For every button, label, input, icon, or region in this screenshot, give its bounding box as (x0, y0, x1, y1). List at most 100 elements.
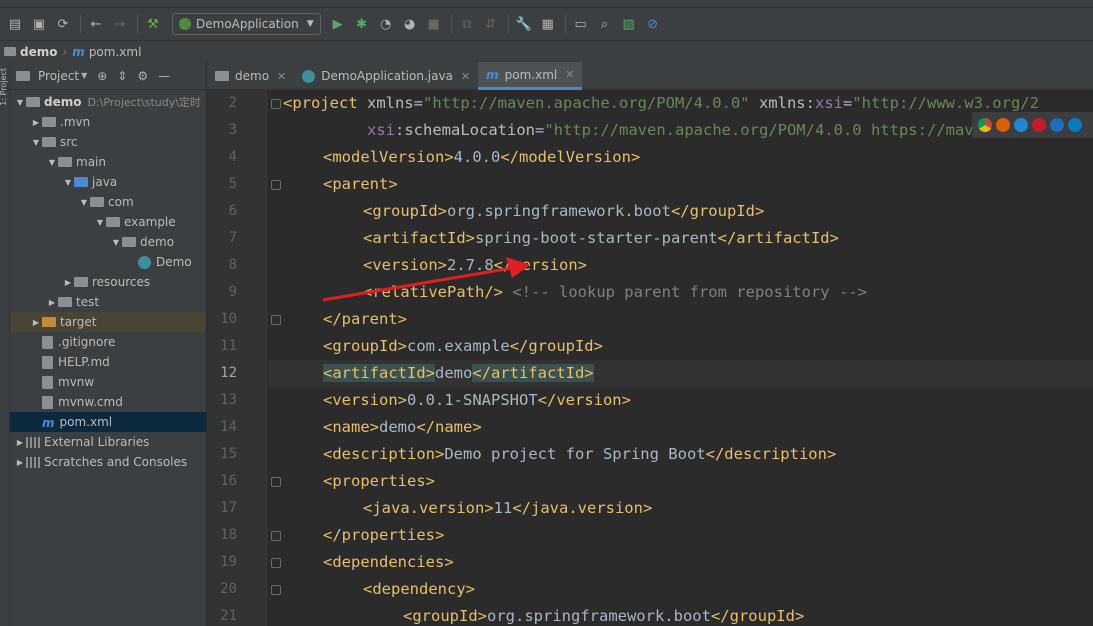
chevron-right-icon[interactable]: ▶ (14, 438, 26, 447)
tree-row[interactable]: .gitignore (10, 332, 206, 352)
run-config-select[interactable]: DemoApplication ▼ (172, 13, 321, 35)
tree-row[interactable]: ▶ Scratches and Consoles (10, 452, 206, 472)
tree-row[interactable]: ▼ demo (10, 232, 206, 252)
search-icon[interactable]: ⌕ (594, 13, 616, 35)
code-token: <groupId> (403, 607, 487, 625)
fold-icon[interactable] (271, 558, 281, 568)
editor-tab[interactable]: demo ✕ (207, 62, 294, 90)
breadcrumb-project[interactable]: demo (20, 45, 57, 59)
profile-icon[interactable]: ◕ (399, 13, 421, 35)
chevron-down-icon[interactable]: ▼ (110, 238, 122, 247)
run-icon[interactable]: ▶ (327, 13, 349, 35)
tree-row[interactable]: ▶ test (10, 292, 206, 312)
class-icon (302, 69, 316, 83)
build-icon[interactable]: ⚒ (142, 13, 164, 35)
chevron-right-icon[interactable]: ▶ (14, 458, 26, 467)
tree-row[interactable]: ▼ src (10, 132, 206, 152)
fold-icon[interactable] (271, 531, 281, 541)
chevron-down-icon[interactable]: ▼ (62, 178, 74, 187)
fold-icon[interactable] (271, 99, 281, 109)
line-number: 21 (220, 608, 237, 624)
coverage-icon[interactable]: ◔ (375, 13, 397, 35)
sync-icon[interactable]: ⟳ (52, 13, 74, 35)
project-view-select[interactable]: Project (38, 69, 79, 83)
tree-row[interactable]: ▶ resources (10, 272, 206, 292)
toolbar-divider (564, 15, 566, 33)
line-number: 12 (220, 365, 237, 381)
edge-icon[interactable] (1068, 118, 1082, 132)
library-icon (26, 436, 40, 448)
fold-icon[interactable] (271, 315, 281, 325)
gear-icon[interactable]: ⚙ (137, 69, 148, 83)
forward-icon[interactable]: → (109, 13, 131, 35)
fold-icon[interactable] (271, 585, 281, 595)
tree-row[interactable]: ▼ example (10, 212, 206, 232)
tree-row[interactable]: HELP.md (10, 352, 206, 372)
tree-row[interactable]: ▼ java (10, 172, 206, 192)
code-editor[interactable]: 2 3 4 5 6 7 8 9 10 11 12 13 14 15 16 17 18 19 20 21 <projec… (207, 90, 1093, 626)
attach-icon[interactable]: ⧉ (456, 13, 478, 35)
opera-icon[interactable] (1032, 118, 1046, 132)
tree-row[interactable]: ▶ target (10, 312, 206, 332)
chevron-down-icon[interactable]: ▼ (94, 218, 106, 227)
code-token: demo (434, 364, 473, 382)
chevron-right-icon[interactable]: ▶ (46, 298, 58, 307)
spring-icon (179, 18, 191, 30)
tree-row[interactable]: ▶ External Libraries (10, 432, 206, 452)
chevron-down-icon[interactable]: ▼ (30, 138, 42, 147)
vcs-icon[interactable]: ▨ (618, 13, 640, 35)
tree-row[interactable]: Demo (10, 252, 206, 272)
tree-item-label: .mvn (60, 115, 91, 129)
editor-tab[interactable]: m pom.xml ✕ (478, 62, 583, 90)
line-number: 18 (220, 527, 237, 543)
chrome-icon[interactable] (978, 118, 992, 132)
chevron-right-icon[interactable]: ▶ (30, 118, 42, 127)
breadcrumb-file[interactable]: pom.xml (89, 45, 142, 59)
editor-tab[interactable]: DemoApplication.java ✕ (294, 62, 478, 90)
chevron-down-icon[interactable]: ▼ (78, 198, 90, 207)
code-line: <version>0.0.1-SNAPSHOT</version> (323, 387, 631, 414)
debug-icon[interactable]: ✱ (351, 13, 373, 35)
ie-icon[interactable] (1050, 118, 1064, 132)
project-structure-icon[interactable]: ▦ (537, 13, 559, 35)
layout-icon[interactable]: ▭ (570, 13, 592, 35)
save-icon[interactable]: ▣ (28, 13, 50, 35)
line-number: 3 (228, 122, 237, 138)
close-icon[interactable]: ✕ (565, 68, 574, 81)
folder-icon (58, 297, 72, 307)
chevron-right-icon[interactable]: ▶ (62, 278, 74, 287)
folder-open-icon[interactable]: ▤ (4, 13, 26, 35)
back-icon[interactable]: ← (85, 13, 107, 35)
tree-row[interactable]: mvnw (10, 372, 206, 392)
tree-row[interactable]: ▶ .mvn (10, 112, 206, 132)
hide-icon[interactable]: — (158, 69, 170, 83)
tree-row[interactable]: mvnw.cmd (10, 392, 206, 412)
stop-icon[interactable]: ■ (423, 13, 445, 35)
chevron-down-icon[interactable]: ▼ (14, 98, 26, 107)
fold-icon[interactable] (271, 477, 281, 487)
code-token: = (842, 94, 853, 112)
chevron-down-icon[interactable]: ▼ (46, 158, 58, 167)
chevron-right-icon[interactable]: ▶ (30, 318, 42, 327)
fold-icon[interactable] (271, 180, 281, 190)
locate-icon[interactable]: ⊕ (97, 69, 107, 83)
tree-row[interactable]: ▼ demo D:\Project\study\定时 (10, 92, 206, 112)
settings-icon[interactable]: 🔧 (513, 13, 535, 35)
close-icon[interactable]: ✕ (277, 70, 286, 83)
update-icon[interactable]: ⇵ (480, 13, 502, 35)
tree-row[interactable]: ▼ main (10, 152, 206, 172)
code-token: : (805, 94, 815, 112)
collapse-all-icon[interactable]: ⇕ (117, 69, 127, 83)
code-line: <modelVersion>4.0.0</modelVersion> (323, 144, 640, 171)
close-icon[interactable]: ✕ (461, 70, 470, 83)
firefox-icon[interactable] (996, 118, 1010, 132)
file-icon (42, 375, 53, 389)
tree-item-label: Scratches and Consoles (44, 455, 188, 469)
tree-row[interactable]: m pom.xml (10, 412, 206, 432)
blocked-icon[interactable]: ⊘ (642, 13, 664, 35)
tree-row[interactable]: ▼ com (10, 192, 206, 212)
code-token: </modelVersion> (500, 148, 641, 166)
chevron-down-icon[interactable]: ▼ (81, 71, 87, 80)
safari-icon[interactable] (1014, 118, 1028, 132)
